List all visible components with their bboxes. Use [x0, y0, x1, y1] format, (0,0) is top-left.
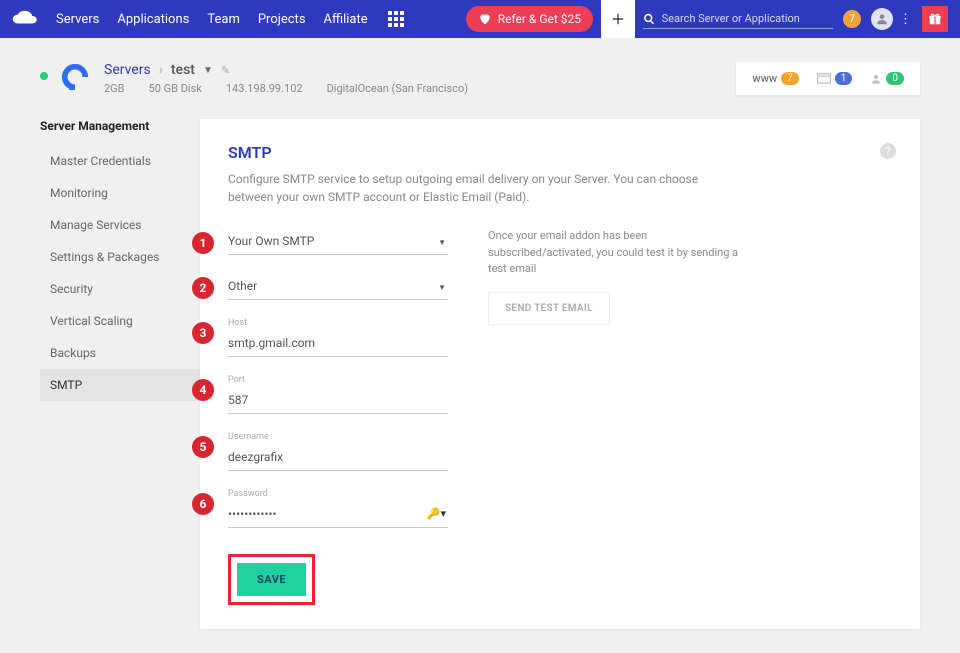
nav-affiliate[interactable]: Affiliate — [324, 12, 368, 27]
search-icon — [643, 12, 656, 26]
server-ram: 2GB — [104, 82, 125, 95]
top-nav: Servers Applications Team Projects Affil… — [0, 0, 960, 38]
server-provider: DigitalOcean (San Francisco) — [327, 82, 469, 95]
key-icon[interactable]: 🔑▾ — [427, 507, 446, 520]
status-indicator — [40, 72, 48, 80]
send-test-email-button[interactable]: SEND TEST EMAIL — [488, 292, 610, 325]
sidebar-item-master-credentials[interactable]: Master Credentials — [40, 145, 200, 177]
nav-applications[interactable]: Applications — [117, 12, 189, 27]
username-input[interactable] — [228, 444, 448, 471]
nav-team[interactable]: Team — [207, 12, 240, 27]
chevron-down-icon[interactable]: ▼ — [203, 65, 213, 76]
refer-label: Refer & Get $25 — [498, 12, 581, 26]
provider-select[interactable]: 1 Your Own SMTP ▼ — [228, 228, 448, 255]
nav-servers[interactable]: Servers — [56, 12, 99, 27]
test-email-desc: Once your email addon has been subscribe… — [488, 228, 748, 278]
smtp-form: 1 Your Own SMTP ▼ 2 Other ▼ 3 Host — [228, 228, 448, 605]
user-icon — [870, 73, 882, 85]
chevron-down-icon: ▼ — [438, 283, 446, 292]
step-2: 2 — [192, 277, 214, 299]
badge-apps[interactable]: 1 — [817, 72, 853, 85]
port-field: 4 Port — [228, 375, 448, 414]
test-email-section: Once your email addon has been subscribe… — [488, 228, 748, 605]
more-menu-icon[interactable]: ⋮ — [899, 12, 912, 27]
add-button[interactable] — [601, 0, 635, 38]
badge-www[interactable]: www7 — [752, 72, 798, 85]
refer-button[interactable]: Refer & Get $25 — [466, 6, 593, 32]
apps-grid-icon[interactable] — [388, 11, 404, 27]
password-field: 6 Password 🔑▾ — [228, 489, 448, 528]
username-field: 5 Username — [228, 432, 448, 471]
save-button[interactable]: SAVE — [237, 563, 306, 596]
sidebar-item-security[interactable]: Security — [40, 273, 200, 305]
sidebar: Server Management Master CredentialsMoni… — [40, 119, 200, 629]
help-icon[interactable]: ? — [880, 143, 896, 159]
step-3: 3 — [192, 322, 214, 344]
sidebar-item-settings-packages[interactable]: Settings & Packages — [40, 241, 200, 273]
step-6: 6 — [192, 493, 214, 515]
username-label: Username — [228, 432, 448, 442]
server-header: Servers › test ▼ ✎ 2GB 50 GB Disk 143.19… — [40, 62, 920, 95]
window-icon — [817, 73, 831, 85]
sidebar-item-manage-services[interactable]: Manage Services — [40, 209, 200, 241]
search-container — [643, 10, 833, 29]
content-panel: ? SMTP Configure SMTP service to setup o… — [200, 119, 920, 629]
server-ip: 143.198.99.102 — [226, 82, 303, 95]
sidebar-item-smtp[interactable]: SMTP — [40, 369, 200, 401]
nav-links: Servers Applications Team Projects Affil… — [56, 12, 368, 27]
password-input[interactable] — [228, 501, 448, 528]
edit-icon[interactable]: ✎ — [221, 64, 230, 77]
server-disk: 50 GB Disk — [149, 82, 202, 95]
step-1: 1 — [192, 232, 214, 254]
breadcrumb-root[interactable]: Servers — [104, 62, 151, 78]
password-label: Password — [228, 489, 448, 499]
sidebar-item-backups[interactable]: Backups — [40, 337, 200, 369]
sidebar-heading: Server Management — [40, 119, 200, 133]
server-meta: 2GB 50 GB Disk 143.198.99.102 DigitalOce… — [104, 82, 736, 95]
gift-icon[interactable] — [922, 6, 948, 32]
nav-projects[interactable]: Projects — [258, 12, 306, 27]
user-avatar[interactable] — [871, 8, 893, 30]
save-highlight: SAVE — [228, 554, 315, 605]
breadcrumb: Servers › test ▼ ✎ — [104, 62, 736, 78]
provider-logo-icon — [60, 62, 90, 92]
header-badges: www7 1 0 — [736, 62, 920, 95]
panel-title: SMTP — [228, 143, 892, 162]
step-4: 4 — [192, 379, 214, 401]
badge-users[interactable]: 0 — [870, 72, 904, 85]
search-input[interactable] — [662, 12, 833, 25]
type-select[interactable]: 2 Other ▼ — [228, 273, 448, 300]
host-field: 3 Host — [228, 318, 448, 357]
step-5: 5 — [192, 436, 214, 458]
port-input[interactable] — [228, 387, 448, 414]
server-name[interactable]: test — [171, 62, 195, 78]
brand-logo[interactable] — [12, 8, 42, 30]
sidebar-item-monitoring[interactable]: Monitoring — [40, 177, 200, 209]
chevron-down-icon: ▼ — [438, 238, 446, 247]
host-label: Host — [228, 318, 448, 328]
heart-icon — [478, 12, 492, 26]
port-label: Port — [228, 375, 448, 385]
host-input[interactable] — [228, 330, 448, 357]
panel-desc: Configure SMTP service to setup outgoing… — [228, 170, 708, 206]
notification-badge[interactable]: 7 — [843, 10, 861, 28]
sidebar-item-vertical-scaling[interactable]: Vertical Scaling — [40, 305, 200, 337]
